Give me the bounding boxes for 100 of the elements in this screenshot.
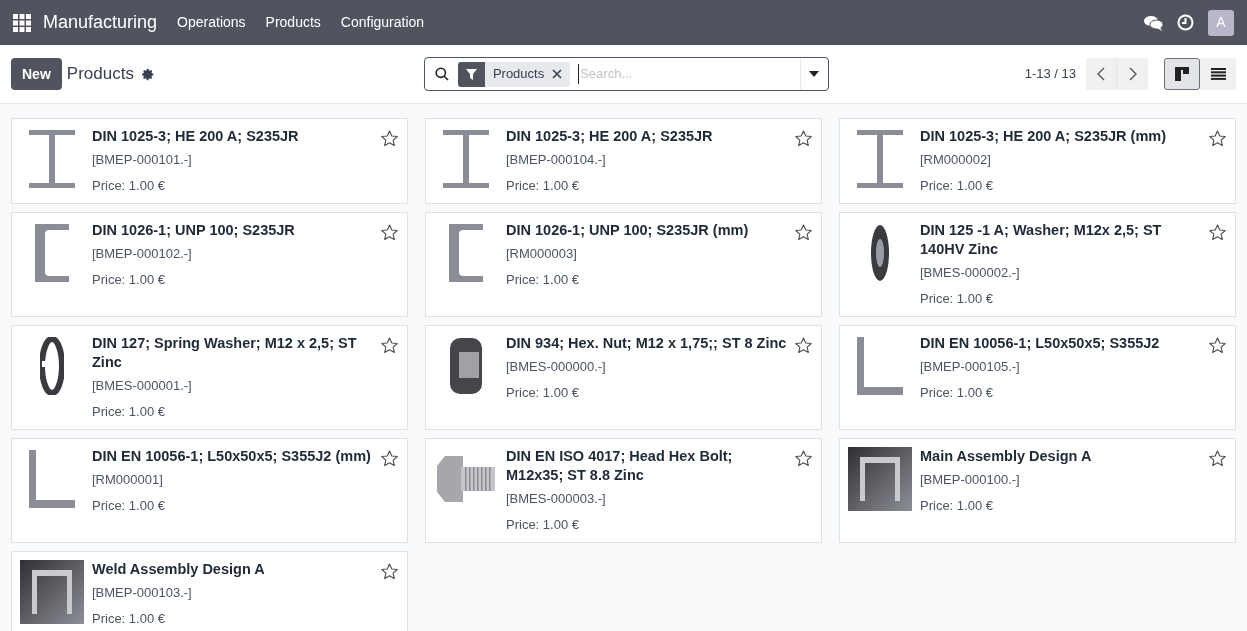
product-code: [RM000003]: [506, 245, 578, 263]
i-beam-icon: [857, 130, 903, 188]
product-code: [BMES-000000.-]: [506, 358, 607, 376]
product-code: [BMEP-000100.-]: [920, 471, 1021, 489]
favorite-star-button[interactable]: [1207, 128, 1227, 148]
product-price: Price: 1.00 €: [92, 402, 166, 421]
product-name: Weld Assembly Design A: [92, 560, 266, 579]
product-name: DIN 125 -1 A; Washer; M12x 2,5; ST 140HV Zinc: [920, 221, 1163, 259]
favorite-star-button[interactable]: [1207, 448, 1227, 468]
product-card[interactable]: DIN 1025-3; HE 200 A; S235JR (mm) [RM000002] Price: 1.00 €: [839, 118, 1236, 204]
favorite-star-button[interactable]: [379, 448, 399, 468]
product-price: Price: 1.00 €: [920, 496, 994, 515]
hex-nut-icon: [450, 338, 482, 394]
product-name: DIN 1025-3; HE 200 A; S235JR (mm): [920, 127, 1168, 146]
product-name: DIN 127; Spring Washer; M12 x 2,5; ST Zinc: [92, 334, 358, 372]
spring-washer-icon: [40, 337, 64, 395]
product-name: DIN EN 10056-1; L50x50x5; S355J2: [920, 334, 1161, 353]
angle-profile-icon: [857, 337, 903, 395]
product-name: DIN 1026-1; UNP 100; S235JR (mm): [506, 221, 750, 240]
assembly-photo-placeholder: [848, 447, 912, 511]
product-price: Price: 1.00 €: [506, 176, 580, 195]
menu-link[interactable]: Products: [255, 12, 331, 33]
product-price: Price: 1.00 €: [92, 496, 166, 515]
favorite-star-button[interactable]: [379, 222, 399, 242]
chevron-right-icon: [1128, 67, 1137, 81]
favorite-star-button[interactable]: [793, 335, 813, 355]
washer-icon: [870, 224, 890, 282]
product-name: DIN 1026-1; UNP 100; S235JR: [92, 221, 296, 240]
i-beam-icon: [443, 130, 489, 188]
product-price: Price: 1.00 €: [92, 270, 166, 289]
favorite-star-button[interactable]: [379, 335, 399, 355]
product-code: [RM000002]: [920, 151, 992, 169]
view-switch-button[interactable]: [1164, 58, 1200, 90]
product-code: [RM000001]: [92, 471, 164, 489]
product-card[interactable]: DIN 1026-1; UNP 100; S235JR (mm) [RM000003] Price: 1.00 €: [425, 212, 822, 317]
new-button[interactable]: New: [11, 58, 62, 90]
product-name: Main Assembly Design A: [920, 447, 1093, 466]
product-card[interactable]: DIN 1025-3; HE 200 A; S235JR [BMEP-000104.-] Price: 1.00 €: [425, 118, 822, 204]
favorite-star-button[interactable]: [379, 561, 399, 581]
product-price: Price: 1.00 €: [506, 270, 580, 289]
chevron-left-icon: [1097, 67, 1105, 81]
product-price: Price: 1.00 €: [92, 609, 166, 628]
product-card[interactable]: DIN EN 10056-1; L50x50x5; S355J2 (mm) [RM000001] Price: 1.00 €: [11, 438, 408, 543]
filter-icon: [465, 68, 477, 80]
product-card[interactable]: DIN 1026-1; UNP 100; S235JR [BMEP-000102.-] Price: 1.00 €: [11, 212, 408, 317]
product-name: DIN EN ISO 4017; Head Hex Bolt; M12x35; ST 8.8 Zinc: [506, 447, 734, 485]
channel-profile-icon: [35, 224, 69, 282]
product-name: DIN 1025-3; HE 200 A; S235JR: [506, 127, 714, 146]
favorite-star-button[interactable]: [793, 448, 813, 468]
menu-link[interactable]: Operations: [167, 12, 256, 33]
favorite-star-button[interactable]: [793, 222, 813, 242]
product-price: Price: 1.00 €: [506, 383, 580, 402]
view-switch-button[interactable]: [1200, 58, 1236, 90]
pager-value: 1-13 / 13: [1024, 65, 1076, 84]
product-card[interactable]: DIN 1025-3; HE 200 A; S235JR [BMEP-000101.-] Price: 1.00 €: [11, 118, 408, 204]
product-price: Price: 1.00 €: [920, 383, 994, 402]
kanban-view-icon: [1175, 67, 1189, 81]
angle-profile-icon: [29, 450, 75, 508]
product-code: [BMEP-000101.-]: [92, 151, 193, 169]
product-card[interactable]: Weld Assembly Design A [BMEP-000103.-] Price: 1.00 €: [11, 551, 408, 631]
favorite-star-button[interactable]: [1207, 222, 1227, 242]
caret-icon: [809, 71, 820, 77]
product-name: DIN 1025-3; HE 200 A; S235JR: [92, 127, 300, 146]
app-name[interactable]: Manufacturing: [43, 9, 158, 36]
search-icon: [434, 67, 449, 81]
product-card[interactable]: DIN 127; Spring Washer; M12 x 2,5; ST Zinc [BMES-000001.-] Price: 1.00 €: [11, 325, 408, 430]
chat-icon[interactable]: [1144, 14, 1163, 31]
settings-icon[interactable]: [141, 67, 155, 81]
channel-profile-icon: [449, 224, 483, 282]
favorite-star-button[interactable]: [793, 128, 813, 148]
product-name: DIN 934; Hex. Nut; M12 x 1,75;; ST 8 Zinc: [506, 334, 788, 353]
hex-bolt-icon: [437, 456, 495, 502]
app-grid-icon[interactable]: [13, 13, 31, 32]
product-price: Price: 1.00 €: [92, 176, 166, 195]
list-view-icon: [1210, 68, 1226, 80]
product-price: Price: 1.00 €: [506, 515, 580, 534]
facet-label: Products: [491, 65, 546, 84]
page-title: Products: [66, 63, 134, 86]
favorite-star-button[interactable]: [1207, 335, 1227, 355]
search-field[interactable]: Products Search...: [423, 57, 829, 91]
product-card[interactable]: DIN EN 10056-1; L50x50x5; S355J2 [BMEP-000105.-] Price: 1.00 €: [839, 325, 1236, 430]
product-price: Price: 1.00 €: [920, 289, 994, 308]
product-card[interactable]: Main Assembly Design A [BMEP-000100.-] Price: 1.00 €: [839, 438, 1236, 543]
clock-icon[interactable]: [1177, 14, 1194, 31]
close-icon[interactable]: [552, 69, 563, 79]
i-beam-icon: [29, 130, 75, 188]
search-input[interactable]: Search...: [578, 64, 800, 84]
product-name: DIN EN 10056-1; L50x50x5; S355J2 (mm): [92, 447, 372, 466]
menu-link[interactable]: Configuration: [330, 12, 435, 33]
product-price: Price: 1.00 €: [920, 176, 994, 195]
product-code: [BMEP-000104.-]: [506, 151, 607, 169]
product-card[interactable]: DIN EN ISO 4017; Head Hex Bolt; M12x35; ST 8.8 Zinc [BMES-000003.-] Price: 1.00 €: [425, 438, 822, 543]
product-code: [BMEP-000105.-]: [920, 358, 1021, 376]
product-code: [BMEP-000103.-]: [92, 584, 193, 602]
product-code: [BMEP-000102.-]: [92, 245, 193, 263]
product-code: [BMES-000003.-]: [506, 490, 607, 508]
favorite-star-button[interactable]: [379, 128, 399, 148]
product-card[interactable]: DIN 934; Hex. Nut; M12 x 1,75;; ST 8 Zinc [BMES-000000.-] Price: 1.00 €: [425, 325, 822, 430]
product-code: [BMES-000002.-]: [920, 264, 1021, 282]
product-card[interactable]: DIN 125 -1 A; Washer; M12x 2,5; ST 140HV Zinc [BMES-000002.-] Price: 1.00 €: [839, 212, 1236, 317]
